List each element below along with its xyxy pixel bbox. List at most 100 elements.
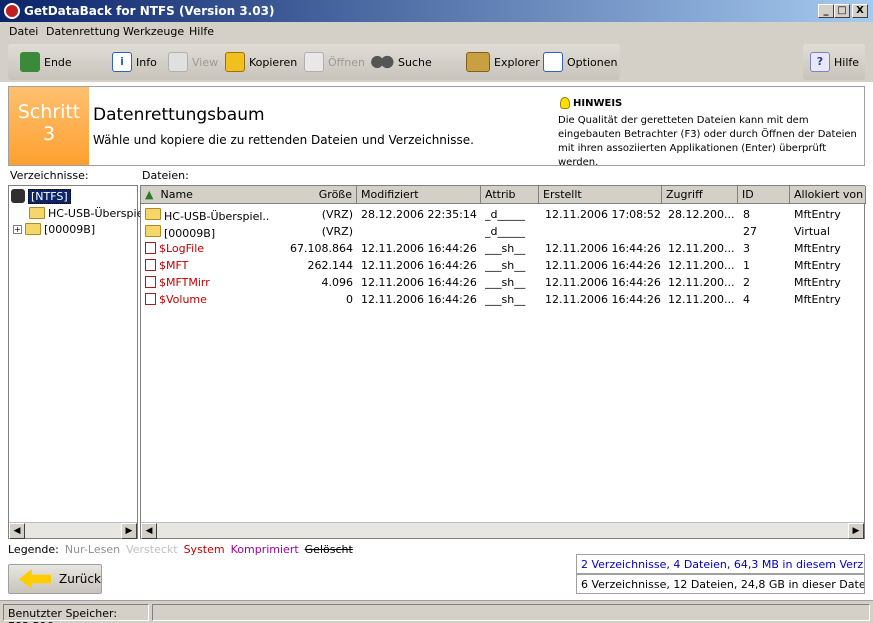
cell-name[interactable]: [00009B] (145, 223, 269, 240)
floppy-disk-icon (225, 52, 245, 72)
info-button[interactable]: i Info (112, 52, 157, 72)
tree-item[interactable]: + [00009B] (13, 221, 95, 237)
expand-icon[interactable]: + (13, 224, 22, 234)
cell-id: 27 (743, 225, 757, 238)
view-button[interactable]: View (168, 52, 218, 72)
file-list[interactable]: ▲ Name Größe Modifiziert Attrib Erstellt… (140, 185, 866, 539)
cell-name[interactable]: $MFT (145, 257, 269, 274)
step-indicator: Schritt 3 (9, 87, 89, 165)
toolbar: Ende i Info View Kopieren Öffnen Suche E… (0, 42, 873, 82)
explorer-button[interactable]: Explorer (466, 52, 540, 72)
menu-hilfe[interactable]: Hilfe (189, 25, 214, 38)
close-button[interactable]: X (852, 4, 868, 18)
cell-name[interactable]: $Volume (145, 291, 269, 308)
cell-attrib: _d_____ (485, 225, 525, 238)
maximize-button[interactable]: □ (834, 4, 850, 18)
info-icon: i (112, 52, 132, 72)
files-hscrollbar[interactable]: ◀ ▶ (141, 522, 864, 539)
step-number: 3 (42, 123, 56, 145)
optionen-button[interactable]: Optionen (543, 52, 617, 72)
cell-alloc: MftEntry (794, 276, 841, 289)
col-allocated[interactable]: Allokiert von (790, 186, 866, 204)
cell-attrib: ___sh__ (485, 259, 526, 272)
app-icon (4, 3, 20, 19)
menu-werkzeuge[interactable]: Werkzeuge (123, 25, 184, 38)
exit-door-icon (20, 52, 40, 72)
cell-id: 8 (743, 208, 750, 221)
hint-text: Die Qualität der geretteten Dateien kann… (558, 115, 857, 168)
folder-icon (29, 207, 45, 219)
folder-icon (145, 225, 161, 237)
cell-created: 12.11.2006 16:44:26 (545, 293, 661, 306)
scroll-left-icon[interactable]: ◀ (9, 523, 25, 539)
legend: Legende: Nur-Lesen Versteckt System Komp… (8, 543, 353, 556)
cell-name[interactable]: $LogFile (145, 240, 269, 257)
cell-modified: 12.11.2006 16:44:26 (361, 259, 477, 272)
col-created[interactable]: Erstellt (539, 186, 662, 204)
explorer-label: Explorer (494, 55, 540, 69)
cell-size: (VRZ) (321, 208, 353, 221)
window-title: GetDataBack for NTFS (Version 3.03) (24, 4, 275, 18)
cell-modified: 28.12.2006 22:35:14 (361, 208, 477, 221)
tree-root[interactable]: [NTFS] (11, 188, 71, 204)
cell-id: 4 (743, 293, 750, 306)
back-label: Zurück (59, 572, 101, 586)
legend-deleted: Gelöscht (304, 543, 353, 556)
memory-status: Benutzter Speicher: 783.596 (3, 604, 149, 623)
cell-id: 1 (743, 259, 750, 272)
scroll-right-icon[interactable]: ▶ (121, 523, 137, 539)
cell-attrib: ___sh__ (485, 242, 526, 255)
legend-system: System (183, 543, 225, 556)
tree-item-label: [00009B] (44, 222, 96, 236)
tree-label: Verzeichnisse: (10, 169, 89, 182)
cell-access: 12.11.200... (668, 293, 735, 306)
oeffnen-label: Öffnen (328, 55, 365, 69)
col-access[interactable]: Zugriff (662, 186, 738, 204)
cell-id: 3 (743, 242, 750, 255)
col-id[interactable]: ID (738, 186, 790, 204)
cell-created: 12.11.2006 16:44:26 (545, 242, 661, 255)
cell-created: 12.11.2006 17:08:52 (545, 208, 661, 221)
directory-tree[interactable]: [NTFS] HC-USB-Überspielu + [00009B] ◀ ▶ (8, 185, 153, 539)
title-bar: GetDataBack for NTFS (Version 3.03) _ □ … (0, 0, 873, 22)
cell-name[interactable]: HC-USB-Überspiel... (145, 206, 269, 223)
hilfe-button[interactable]: ? Hilfe (810, 52, 859, 72)
cell-created (545, 223, 662, 240)
cell-access: 12.11.200... (668, 259, 735, 272)
cell-attrib: _d_____ (485, 208, 525, 221)
step-label: Schritt (17, 101, 81, 123)
minimize-button[interactable]: _ (818, 4, 834, 18)
cell-modified: 12.11.2006 16:44:26 (361, 293, 477, 306)
cell-alloc: Virtual (794, 225, 830, 238)
back-button[interactable]: Zurück (8, 564, 102, 594)
system-file-icon (145, 259, 156, 271)
open-folder-icon (304, 52, 324, 72)
cell-alloc: MftEntry (794, 208, 841, 221)
checklist-icon (543, 52, 563, 72)
col-size[interactable]: Größe (273, 186, 357, 204)
col-attrib[interactable]: Attrib (481, 186, 539, 204)
file-name: [00009B] (164, 227, 216, 240)
cell-alloc: MftEntry (794, 242, 841, 255)
hint-heading: HINWEIS (560, 97, 622, 109)
col-modified[interactable]: Modifiziert (357, 186, 481, 204)
file-name: $MFT (159, 259, 189, 272)
scroll-right-icon[interactable]: ▶ (848, 523, 864, 539)
kopieren-button[interactable]: Kopieren (225, 52, 297, 72)
cell-modified: 12.11.2006 16:44:26 (361, 276, 477, 289)
tree-hscrollbar[interactable]: ◀ ▶ (9, 522, 137, 539)
optionen-label: Optionen (567, 55, 618, 69)
tree-item[interactable]: HC-USB-Überspielu (29, 205, 153, 221)
suche-button[interactable]: Suche (370, 52, 432, 72)
ende-button[interactable]: Ende (20, 52, 72, 72)
oeffnen-button[interactable]: Öffnen (304, 52, 365, 72)
menu-datei[interactable]: Datei (9, 25, 38, 38)
scroll-left-icon[interactable]: ◀ (141, 523, 157, 539)
view-label: View (192, 55, 219, 69)
cell-name[interactable]: $MFTMirr (145, 274, 269, 291)
total-summary: 6 Verzeichnisse, 12 Dateien, 24,8 GB in … (576, 574, 865, 594)
menu-datenrettung[interactable]: Datenrettung (46, 25, 120, 38)
status-empty (152, 604, 870, 621)
arrow-left-icon (19, 569, 51, 589)
hilfe-label: Hilfe (834, 55, 860, 69)
